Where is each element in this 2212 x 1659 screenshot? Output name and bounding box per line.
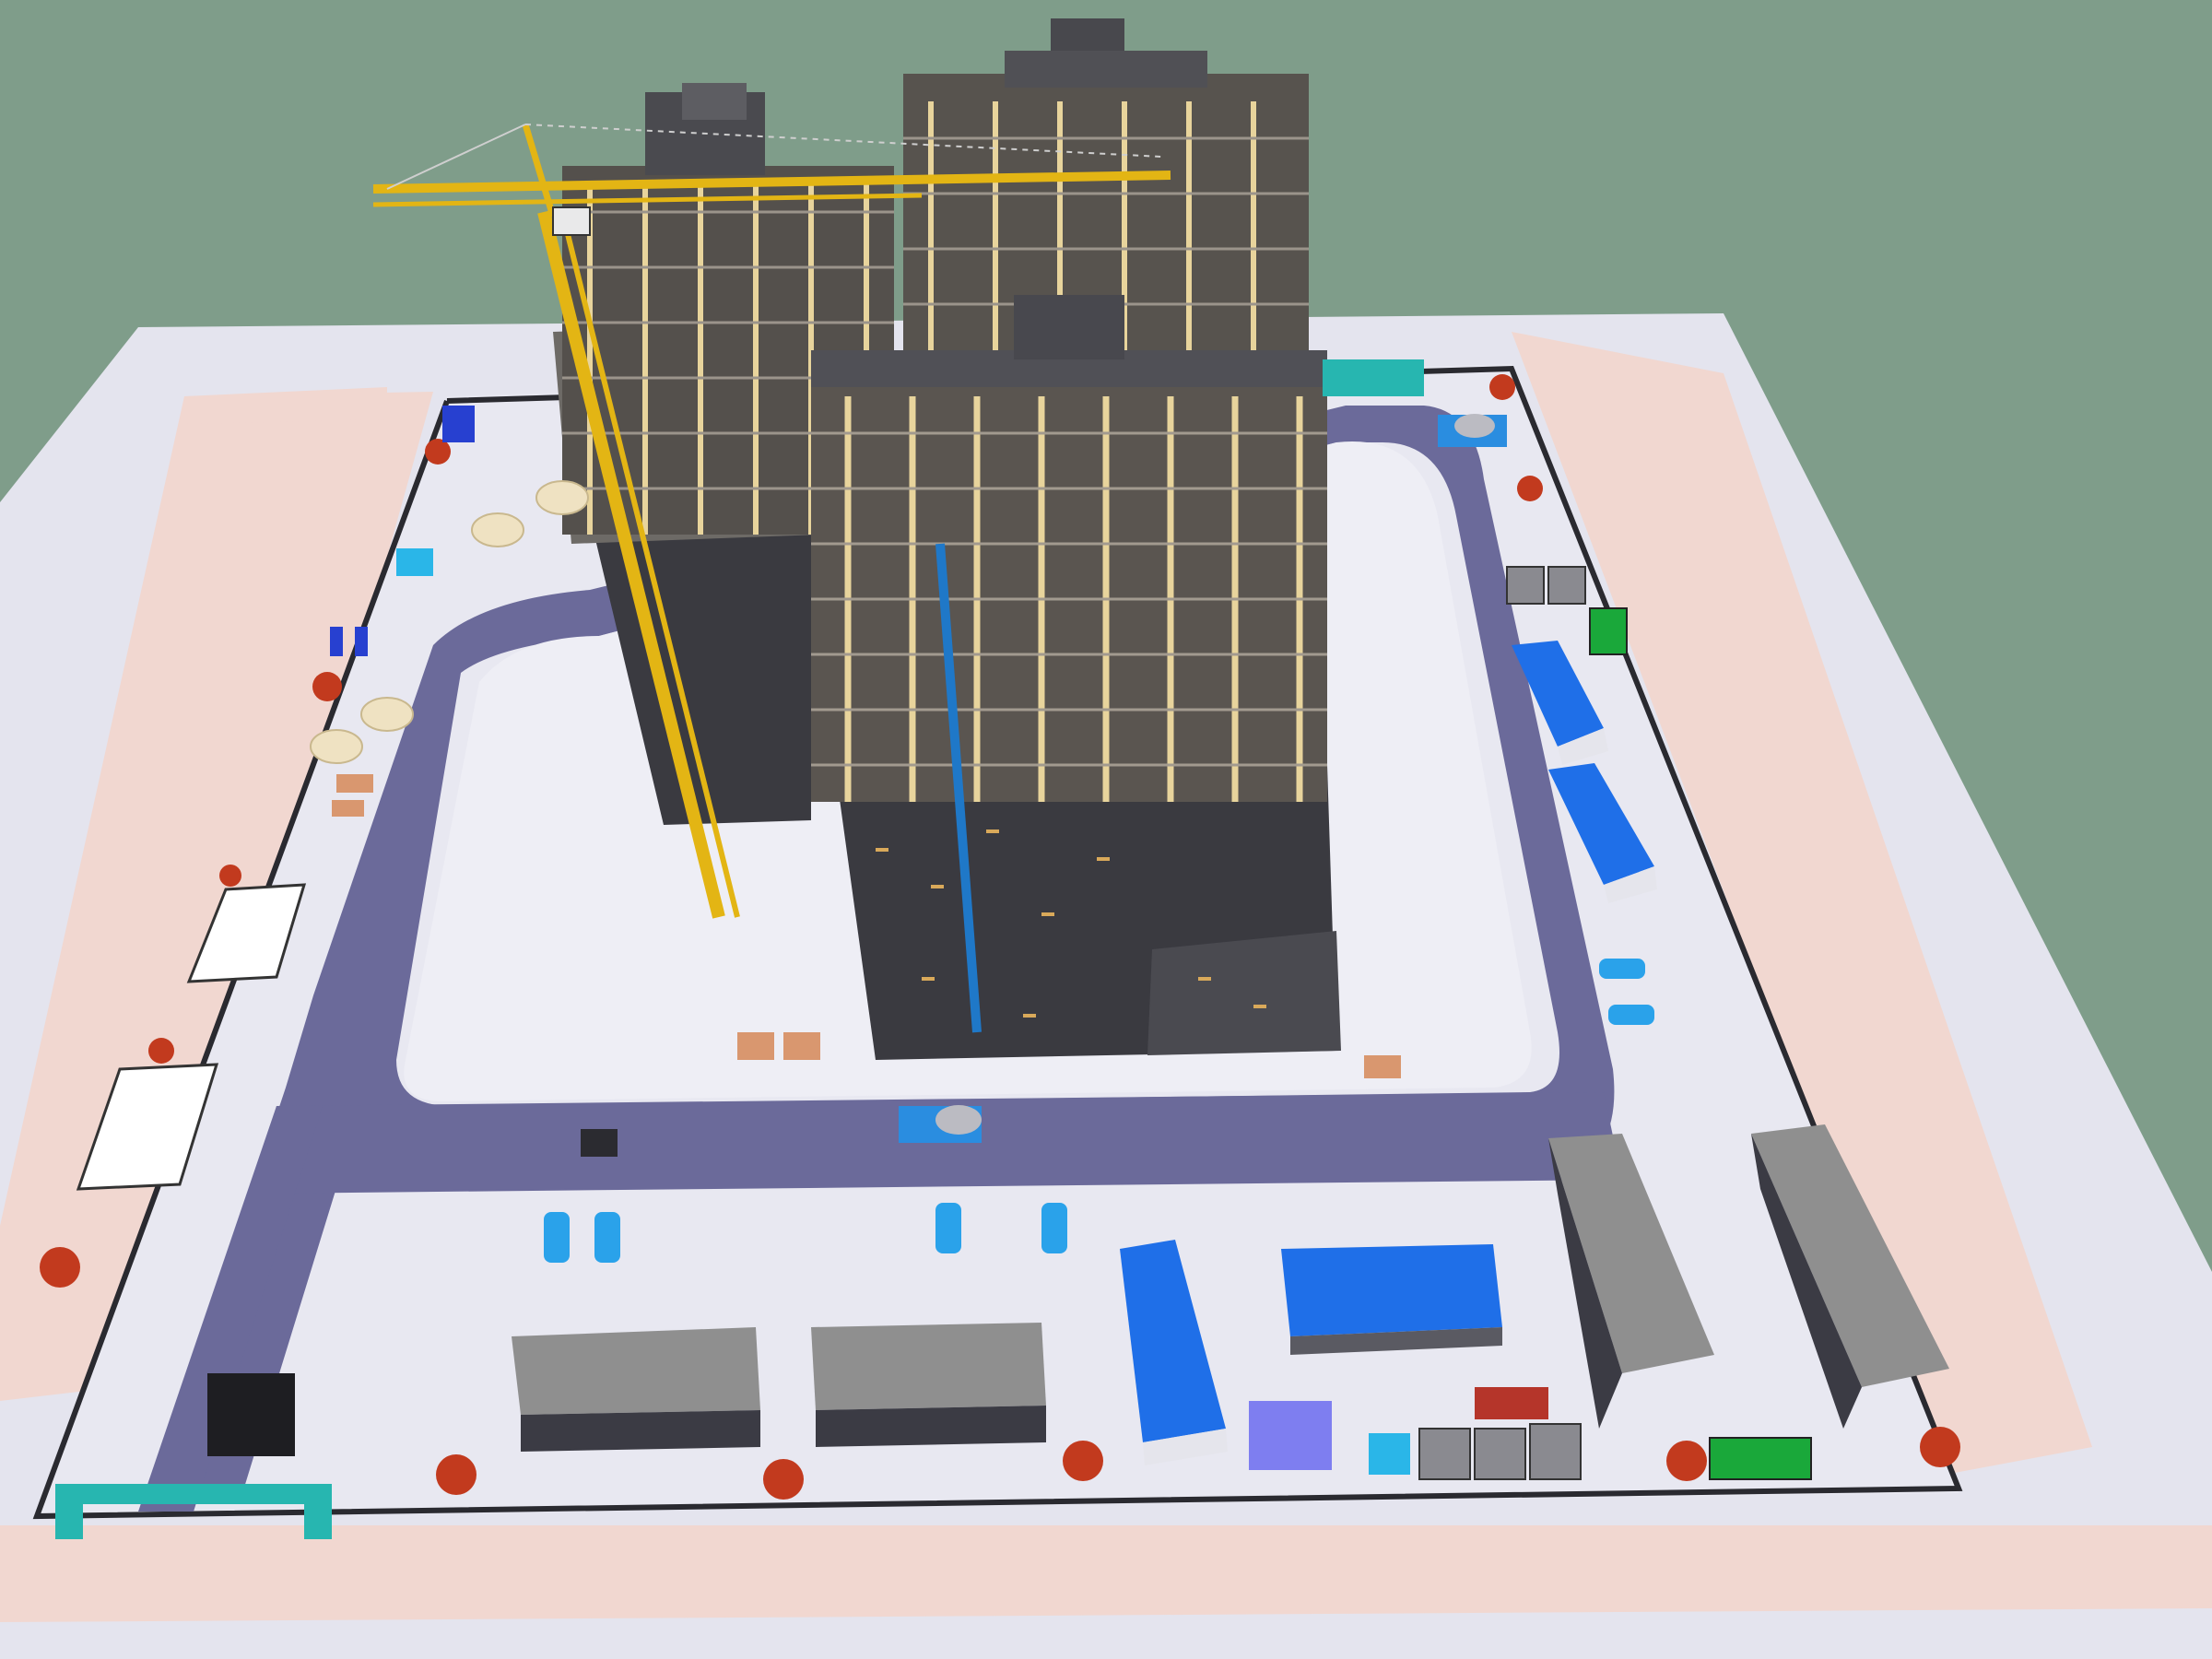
- crane-cab: [552, 206, 591, 236]
- cyan-booth-2: [1369, 1433, 1410, 1475]
- sidewalk-bottom: [0, 1525, 2212, 1622]
- construction-site-scene: [0, 0, 2212, 1659]
- cyan-booth: [396, 548, 433, 576]
- site-gate-rear: [1323, 359, 1424, 396]
- concrete-mixer-truck-1: [899, 1105, 982, 1143]
- green-container-1: [1709, 1437, 1812, 1480]
- blue-cabin: [1249, 1401, 1332, 1470]
- tower-c: [811, 295, 1341, 1060]
- blue-shed-4: [1281, 1244, 1502, 1355]
- red-container: [1475, 1387, 1548, 1419]
- concrete-mixer-truck-2: [1438, 414, 1507, 447]
- grey-dormitory-2: [811, 1323, 1046, 1447]
- sidewalk-top-right: [1585, 369, 1728, 396]
- blue-booth: [442, 406, 475, 442]
- green-container-2: [1589, 607, 1628, 655]
- forklift: [581, 1129, 618, 1157]
- grey-dormitory-1: [512, 1327, 760, 1452]
- black-pit: [207, 1373, 295, 1456]
